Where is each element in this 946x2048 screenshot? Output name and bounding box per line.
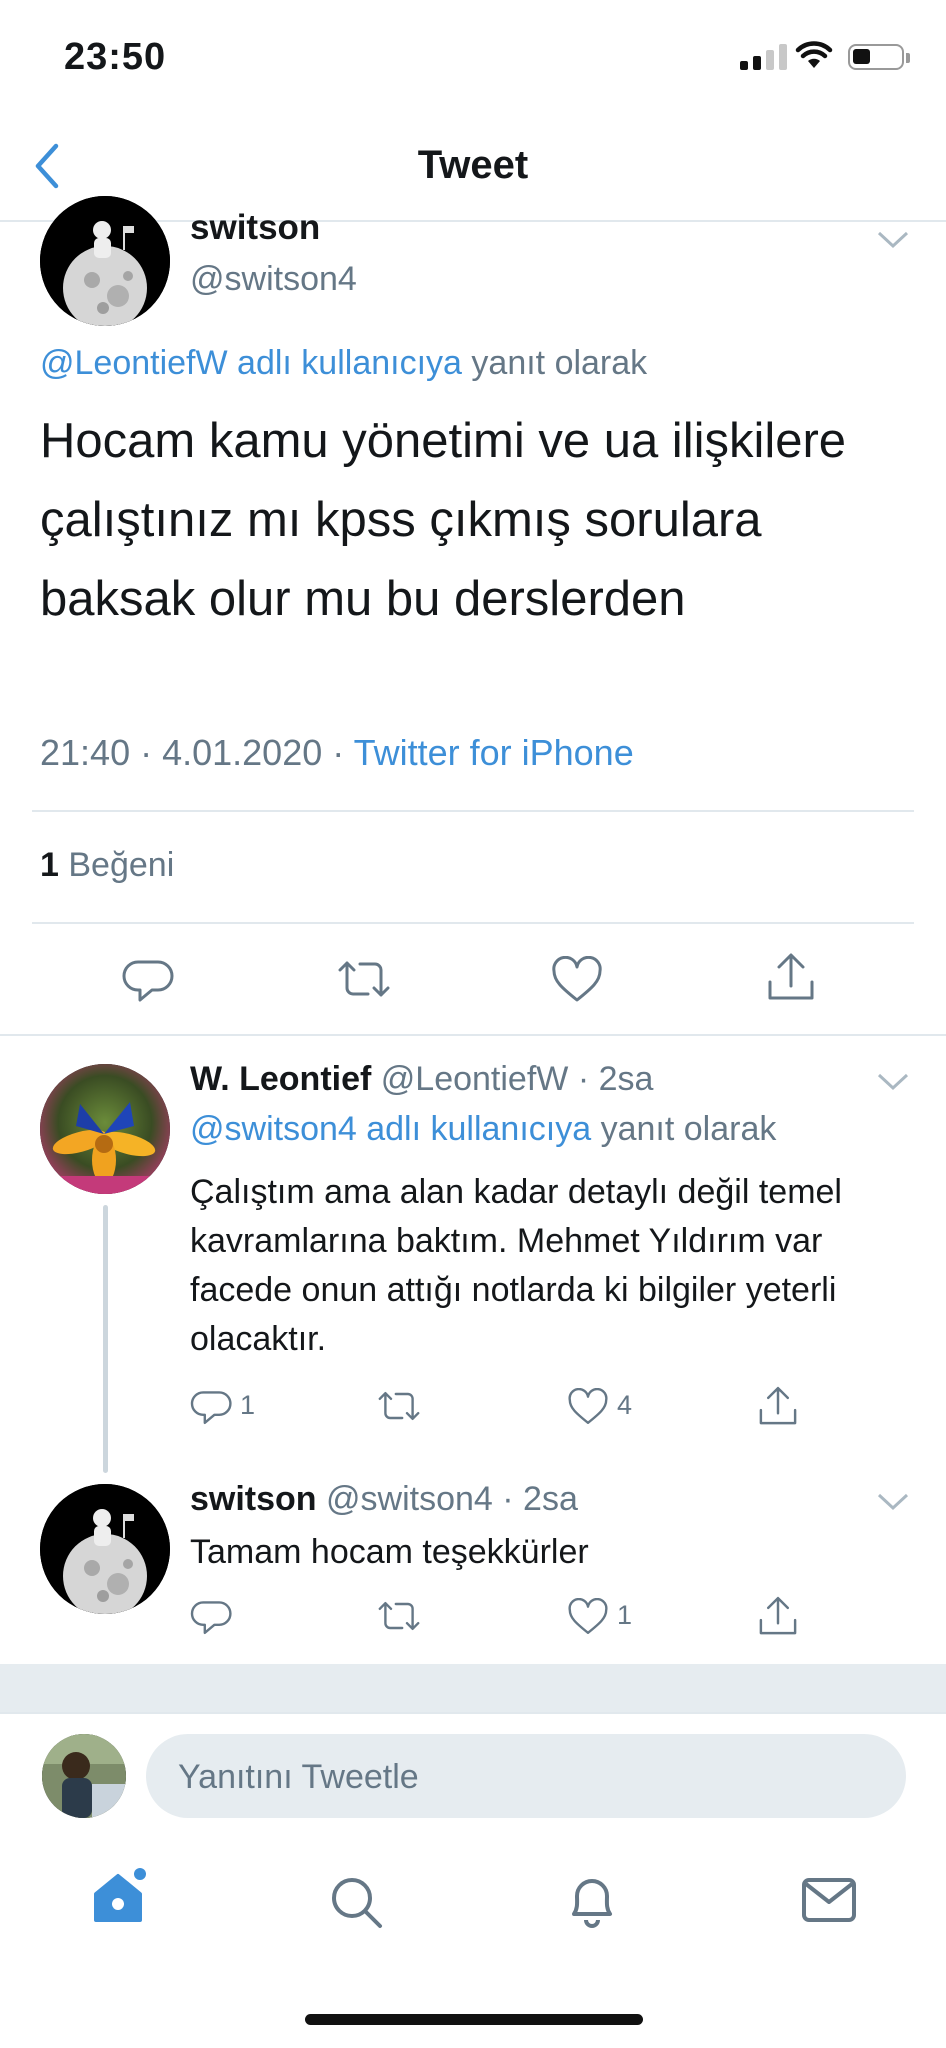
like-icon[interactable] bbox=[566, 1388, 610, 1426]
retweet-icon[interactable] bbox=[334, 954, 394, 1004]
author-name[interactable]: W. Leontief bbox=[190, 1060, 371, 1098]
share-icon[interactable] bbox=[756, 1384, 800, 1428]
reply-age: 2sa bbox=[523, 1480, 578, 1518]
battery-icon bbox=[848, 44, 910, 70]
reply-input-placeholder: Yanıtını Tweetle bbox=[178, 1758, 419, 1796]
reply-to-link[interactable]: @LeontiefW adlı kullanıcıya bbox=[40, 344, 462, 382]
author-name[interactable]: switson bbox=[190, 1480, 317, 1518]
reply-to-suffix: yanıt olarak bbox=[471, 344, 648, 382]
divider bbox=[0, 1712, 946, 1714]
home-icon[interactable] bbox=[88, 1864, 152, 1928]
tweet-date: 4.01.2020 bbox=[162, 732, 323, 773]
avatar[interactable] bbox=[40, 1484, 170, 1614]
like-icon[interactable] bbox=[550, 956, 604, 1004]
status-time: 23:50 bbox=[64, 36, 167, 78]
current-user-avatar[interactable] bbox=[42, 1734, 126, 1818]
notifications-icon[interactable] bbox=[564, 1872, 620, 1932]
chevron-down-icon[interactable] bbox=[876, 1072, 910, 1092]
author-handle[interactable]: @switson4 bbox=[190, 260, 357, 299]
divider bbox=[32, 922, 914, 924]
reply-age: 2sa bbox=[598, 1060, 654, 1098]
thread-line bbox=[103, 1205, 108, 1473]
reply-to-link[interactable]: @switson4 adlı kullanıcıya bbox=[190, 1110, 591, 1148]
like-icon[interactable] bbox=[566, 1598, 610, 1636]
divider bbox=[32, 810, 914, 812]
messages-icon[interactable] bbox=[800, 1876, 858, 1926]
reply-text: Tamam hocam teşekkürler bbox=[190, 1533, 589, 1571]
chevron-down-icon[interactable] bbox=[876, 1492, 910, 1512]
likes-summary[interactable]: 1 Beğeni bbox=[40, 846, 174, 885]
likes-count: 1 bbox=[40, 846, 59, 884]
like-count: 4 bbox=[617, 1390, 633, 1420]
reply-context: @LeontiefW adlı kullanıcıya yanıt olarak bbox=[40, 344, 647, 383]
reply-header: W. Leontief @LeontiefW · 2sa bbox=[190, 1060, 654, 1098]
signal-icon bbox=[740, 44, 787, 70]
share-icon[interactable] bbox=[764, 950, 818, 1004]
author-handle[interactable]: @LeontiefW bbox=[381, 1060, 569, 1098]
reply-count: 1 bbox=[240, 1390, 256, 1420]
reply-context: @switson4 adlı kullanıcıya yanıt olarak bbox=[190, 1110, 776, 1149]
reply-text: Çalıştım ama alan kadar detaylı değil te… bbox=[190, 1173, 842, 1358]
avatar[interactable] bbox=[40, 1064, 170, 1194]
likes-label: Beğeni bbox=[68, 846, 175, 884]
wifi-icon bbox=[795, 41, 833, 68]
reply-icon[interactable] bbox=[190, 1596, 234, 1636]
tweet-text: Hocam kamu yönetimi ve ua ilişkilere çal… bbox=[40, 414, 847, 626]
home-indicator bbox=[305, 2014, 643, 2025]
page-title: Tweet bbox=[417, 143, 529, 187]
share-icon[interactable] bbox=[756, 1594, 800, 1638]
tweet-source[interactable]: Twitter for iPhone bbox=[354, 732, 634, 773]
retweet-icon[interactable] bbox=[374, 1596, 424, 1636]
search-icon[interactable] bbox=[328, 1874, 384, 1930]
like-count: 1 bbox=[617, 1600, 633, 1630]
tweet-time: 21:40 bbox=[40, 732, 131, 773]
reply-icon[interactable] bbox=[122, 954, 176, 1004]
avatar[interactable] bbox=[40, 196, 170, 326]
section-separator bbox=[0, 1664, 946, 1712]
retweet-icon[interactable] bbox=[374, 1386, 424, 1426]
reply-icon[interactable] bbox=[190, 1386, 234, 1426]
chevron-down-icon[interactable] bbox=[876, 230, 910, 250]
tweet-meta: 21:40 · 4.01.2020 · Twitter for iPhone bbox=[40, 732, 634, 773]
divider bbox=[0, 1034, 946, 1036]
reply-to-suffix: yanıt olarak bbox=[600, 1110, 777, 1148]
author-name[interactable]: switson bbox=[190, 208, 320, 248]
reply-header: switson @switson4 · 2sa bbox=[190, 1480, 578, 1518]
author-handle[interactable]: @switson4 bbox=[326, 1480, 493, 1518]
